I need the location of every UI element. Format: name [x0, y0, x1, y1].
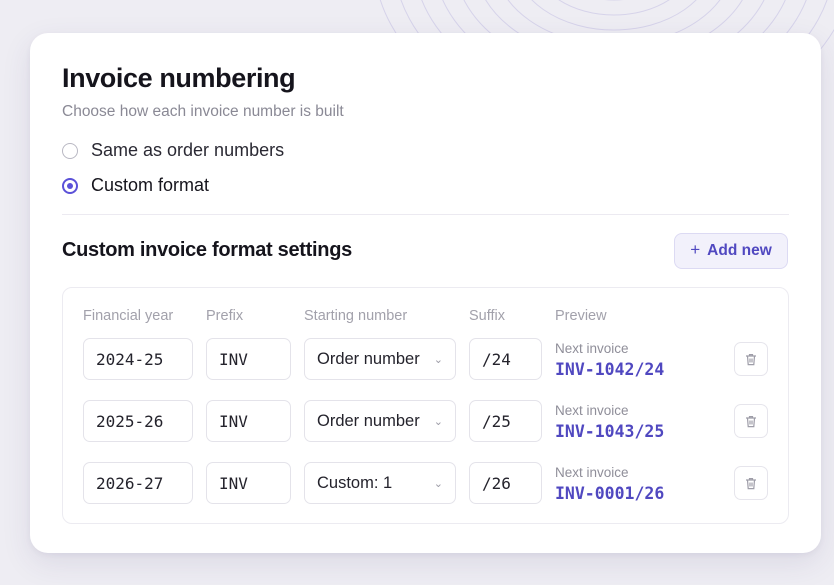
- starting-number-select[interactable]: Order number ⌄: [304, 338, 456, 380]
- delete-row-button[interactable]: [734, 342, 768, 376]
- header-preview: Preview: [555, 308, 607, 324]
- suffix-input[interactable]: /24: [469, 338, 542, 380]
- financial-year-input[interactable]: 2024-25: [83, 338, 193, 380]
- page-subtitle: Choose how each invoice number is built: [62, 103, 344, 120]
- invoice-numbering-card: Invoice numbering Choose how each invoic…: [30, 33, 821, 553]
- trash-icon: [746, 353, 756, 365]
- option-same-as-order[interactable]: Same as order numbers: [62, 140, 284, 161]
- header-starting-number: Starting number: [304, 308, 408, 324]
- preview-label: Next invoice: [555, 465, 629, 480]
- header-prefix: Prefix: [206, 308, 244, 324]
- delete-row-button[interactable]: [734, 466, 768, 500]
- starting-number-value: Order number: [317, 349, 420, 368]
- prefix-input[interactable]: INV: [206, 338, 291, 380]
- trash-icon: [746, 477, 756, 489]
- option-custom-format[interactable]: Custom format: [62, 175, 209, 196]
- divider: [62, 214, 789, 215]
- preview-value: INV-1042/24: [555, 360, 665, 379]
- header-financial-year: Financial year: [83, 308, 174, 324]
- header-suffix: Suffix: [469, 308, 506, 324]
- starting-number-select[interactable]: Custom: 1 ⌄: [304, 462, 456, 504]
- chevron-down-icon: ⌄: [433, 477, 443, 490]
- delete-row-button[interactable]: [734, 404, 768, 438]
- format-table: Financial year Prefix Starting number Su…: [62, 287, 789, 524]
- financial-year-input[interactable]: 2026-27: [83, 462, 193, 504]
- suffix-input[interactable]: /25: [469, 400, 542, 442]
- prefix-input[interactable]: INV: [206, 400, 291, 442]
- preview-value: INV-0001/26: [555, 484, 665, 503]
- radio-checked-icon[interactable]: [62, 177, 78, 194]
- preview: Next invoice INV-1043/25: [555, 403, 664, 441]
- preview-label: Next invoice: [555, 341, 629, 356]
- financial-year-input[interactable]: 2025-26: [83, 400, 193, 442]
- suffix-input[interactable]: /26: [469, 462, 542, 504]
- preview-value: INV-1043/25: [555, 422, 665, 441]
- section-title: Custom invoice format settings: [62, 239, 352, 261]
- prefix-input[interactable]: INV: [206, 462, 291, 504]
- preview: Next invoice INV-1042/24: [555, 341, 664, 379]
- starting-number-value: Order number: [317, 411, 420, 430]
- option-label: Custom format: [91, 175, 210, 195]
- option-label: Same as order numbers: [91, 140, 285, 160]
- add-new-label: Add new: [707, 242, 772, 259]
- page-title: Invoice numbering: [62, 63, 296, 93]
- add-new-button[interactable]: + Add new: [674, 233, 788, 269]
- trash-icon: [746, 415, 756, 427]
- starting-number-value: Custom: 1: [317, 473, 393, 492]
- starting-number-select[interactable]: Order number ⌄: [304, 400, 456, 442]
- chevron-down-icon: ⌄: [433, 353, 443, 366]
- preview-label: Next invoice: [555, 403, 629, 418]
- chevron-down-icon: ⌄: [433, 415, 443, 428]
- preview: Next invoice INV-0001/26: [555, 465, 664, 503]
- radio-unchecked-icon[interactable]: [62, 142, 78, 159]
- plus-icon: +: [690, 240, 701, 259]
